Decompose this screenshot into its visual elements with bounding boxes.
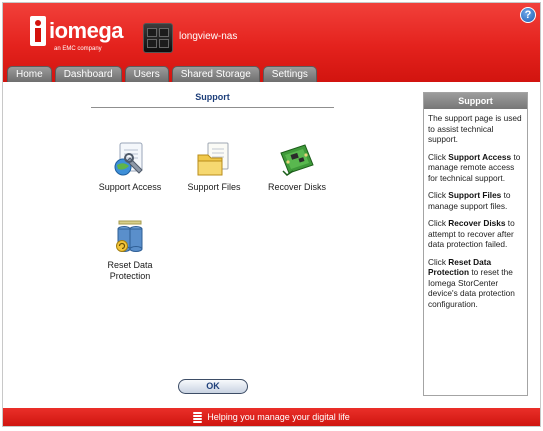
tab-settings[interactable]: Settings xyxy=(262,66,317,82)
logo-i-mark xyxy=(30,16,46,46)
wrench-network-icon xyxy=(110,141,150,179)
footer-bar: Helping you manage your digital life xyxy=(3,408,540,426)
support-files-label: Support Files xyxy=(187,182,241,192)
header-bar: iomega an EMC company longview-nas ? Hom… xyxy=(3,3,540,82)
support-files-button[interactable]: Support Files xyxy=(183,141,245,193)
recover-disks-label: Recover Disks xyxy=(267,182,326,192)
help-item-support-files: Click Support Files to manage support fi… xyxy=(428,190,511,211)
recover-disks-button[interactable]: Recover Disks xyxy=(264,141,330,193)
help-button[interactable]: ? xyxy=(520,7,536,23)
support-access-button[interactable]: Support Access xyxy=(95,141,165,193)
tab-users[interactable]: Users xyxy=(124,66,169,82)
reset-data-protection-label: Reset Data Protection xyxy=(107,260,153,281)
device-name: longview-nas xyxy=(179,31,238,42)
tab-home[interactable]: Home xyxy=(7,66,52,82)
help-item-reset-data-protection: Click Reset Data Protection to reset the… xyxy=(428,256,515,309)
help-panel-title: Support xyxy=(424,93,527,109)
help-intro: The support page is used to assist techn… xyxy=(428,113,522,144)
title-divider xyxy=(91,107,334,108)
page-title: Support xyxy=(195,92,230,102)
main-tabs: Home Dashboard Users Shared Storage Sett… xyxy=(7,66,317,82)
brand-name: iomega xyxy=(49,18,124,43)
tab-shared-storage[interactable]: Shared Storage xyxy=(171,66,260,82)
help-panel: Support The support page is used to assi… xyxy=(423,92,528,396)
iomega-logo: iomega an EMC company xyxy=(30,16,124,56)
support-access-label: Support Access xyxy=(98,182,162,192)
tab-dashboard[interactable]: Dashboard xyxy=(54,66,122,82)
footer-tagline: Helping you manage your digital life xyxy=(207,412,350,422)
brand-tagline: an EMC company xyxy=(54,46,102,52)
ok-button[interactable]: OK xyxy=(178,379,248,394)
stack-icon xyxy=(193,411,203,423)
folder-documents-icon xyxy=(194,141,234,179)
database-reset-icon xyxy=(110,219,150,257)
reset-data-protection-button[interactable]: Reset Data Protection xyxy=(97,219,163,282)
help-item-support-access: Click Support Access to manage remote ac… xyxy=(428,151,521,183)
help-item-recover-disks: Click Recover Disks to attempt to recove… xyxy=(428,218,515,249)
nas-device-icon xyxy=(143,23,173,53)
help-panel-body: The support page is used to assist techn… xyxy=(424,109,527,309)
app-window: iomega an EMC company longview-nas ? Hom… xyxy=(2,2,541,427)
circuit-board-icon xyxy=(277,141,317,179)
